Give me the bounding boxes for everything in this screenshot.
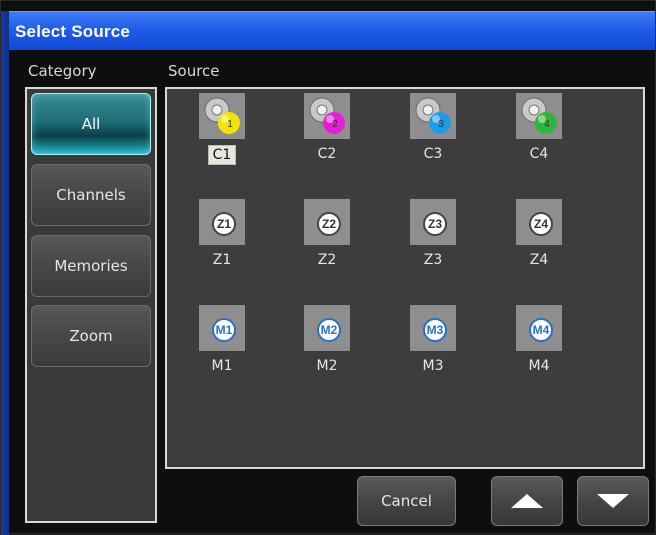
source-grid: 1 C1 2 C2 3 C3 4 C4 Z1 Z1 Z2 Z2 Z3 Z3 Z4 Z4 M1 M1 M2 M2 M3 M3…	[165, 87, 645, 469]
channel-c3-icon: 3	[410, 93, 456, 139]
channel-number: 3	[438, 119, 444, 130]
zoom-badge: Z3	[423, 212, 447, 236]
zoom-badge: Z4	[529, 212, 553, 236]
source-label: M1	[211, 358, 233, 374]
category-heading: Category	[28, 62, 97, 80]
zoom-z2-icon: Z2	[304, 199, 350, 245]
source-item-z2[interactable]: Z2 Z2	[287, 199, 367, 269]
zoom-badge: Z2	[317, 212, 341, 236]
source-item-z1[interactable]: Z1 Z1	[182, 199, 262, 269]
channel-probe-icon: 2	[309, 97, 345, 134]
source-label: Z3	[423, 252, 443, 268]
down-arrow-icon	[597, 494, 629, 508]
source-item-c4[interactable]: 4 C4	[499, 93, 579, 163]
category-channels-button[interactable]: Channels	[31, 164, 151, 226]
source-label: Z1	[212, 252, 232, 268]
memory-badge: M1	[212, 318, 236, 342]
category-memories-button[interactable]: Memories	[31, 235, 151, 297]
category-zoom-button[interactable]: Zoom	[31, 305, 151, 367]
channel-c1-icon: 1	[199, 93, 245, 139]
channel-c4-icon: 4	[516, 93, 562, 139]
memory-badge: M4	[529, 318, 553, 342]
source-item-c2[interactable]: 2 C2	[287, 93, 367, 163]
dialog-title: Select Source	[15, 22, 131, 41]
channel-c2-icon: 2	[304, 93, 350, 139]
channel-number: 2	[332, 119, 338, 130]
up-arrow-icon	[511, 494, 543, 508]
source-label: C1	[207, 145, 237, 165]
source-label: C2	[317, 146, 337, 162]
category-all-label: All	[81, 115, 101, 133]
select-source-dialog: Select Source Category Source All Channe…	[0, 0, 656, 535]
channel-probe-icon: 1	[204, 97, 240, 134]
source-label: M4	[528, 358, 550, 374]
zoom-badge: Z1	[212, 212, 236, 236]
source-item-m4[interactable]: M4 M4	[499, 305, 579, 375]
category-list: All Channels Memories Zoom	[25, 87, 157, 523]
source-label: Z4	[529, 252, 549, 268]
memory-badge: M2	[317, 318, 341, 342]
category-zoom-label: Zoom	[69, 327, 113, 345]
source-item-m2[interactable]: M2 M2	[287, 305, 367, 375]
window-left-border	[1, 11, 9, 535]
source-item-m3[interactable]: M3 M3	[393, 305, 473, 375]
source-label: M3	[422, 358, 444, 374]
scroll-up-button[interactable]	[491, 476, 563, 526]
source-item-m1[interactable]: M1 M1	[182, 305, 262, 375]
channel-number: 1	[227, 119, 233, 130]
memory-badge: M3	[423, 318, 447, 342]
source-label: C4	[529, 146, 549, 162]
channel-probe-icon: 3	[415, 97, 451, 134]
memory-m1-icon: M1	[199, 305, 245, 351]
category-memories-label: Memories	[54, 257, 128, 275]
source-item-c3[interactable]: 3 C3	[393, 93, 473, 163]
cancel-button[interactable]: Cancel	[357, 476, 456, 526]
title-bar: Select Source	[9, 11, 655, 50]
zoom-z3-icon: Z3	[410, 199, 456, 245]
zoom-z1-icon: Z1	[199, 199, 245, 245]
category-all-button[interactable]: All	[31, 93, 151, 155]
source-item-z4[interactable]: Z4 Z4	[499, 199, 579, 269]
memory-m2-icon: M2	[304, 305, 350, 351]
category-channels-label: Channels	[56, 186, 126, 204]
channel-number: 4	[544, 119, 550, 130]
source-label: Z2	[317, 252, 337, 268]
memory-m3-icon: M3	[410, 305, 456, 351]
source-item-z3[interactable]: Z3 Z3	[393, 199, 473, 269]
source-item-c1[interactable]: 1 C1	[182, 93, 262, 165]
zoom-z4-icon: Z4	[516, 199, 562, 245]
channel-probe-icon: 4	[521, 97, 557, 134]
memory-m4-icon: M4	[516, 305, 562, 351]
source-label: C3	[423, 146, 443, 162]
scroll-down-button[interactable]	[577, 476, 649, 526]
source-heading: Source	[168, 62, 220, 80]
source-label: M2	[316, 358, 338, 374]
cancel-label: Cancel	[381, 492, 432, 510]
